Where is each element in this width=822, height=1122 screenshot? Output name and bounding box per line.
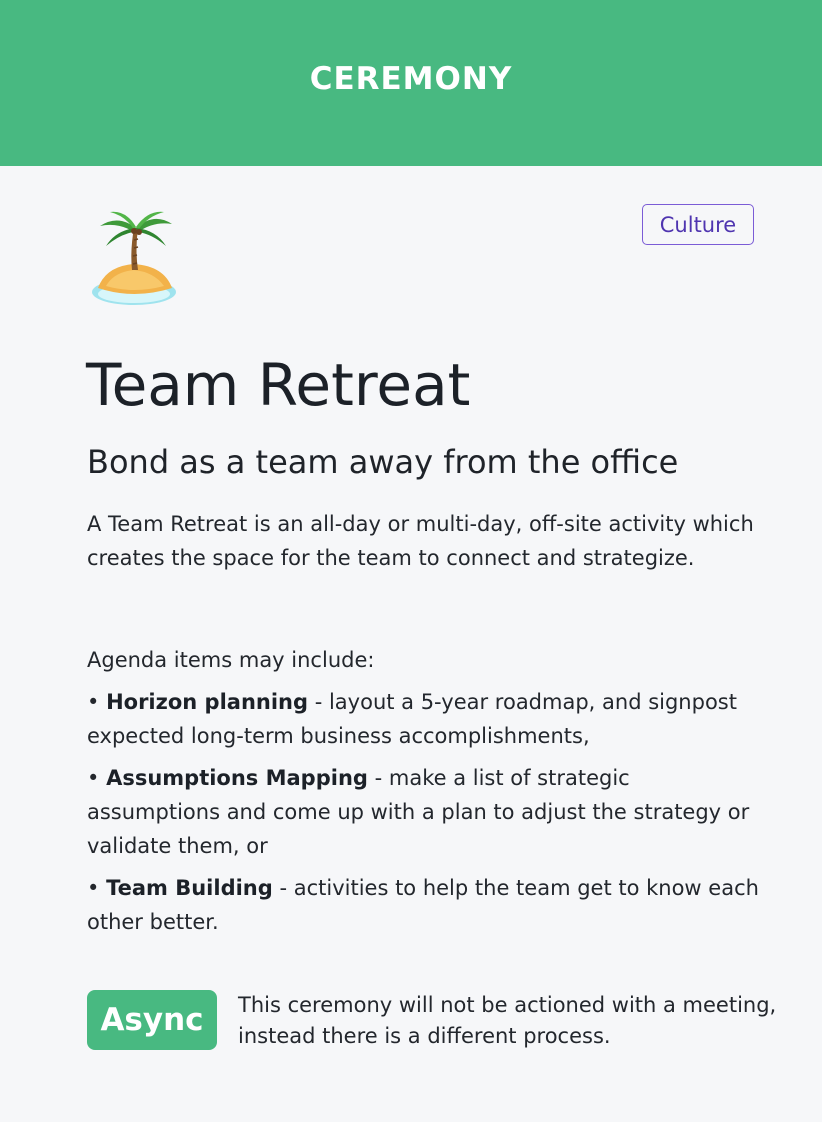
agenda-intro: Agenda items may include: bbox=[87, 648, 375, 672]
agenda-list: • Horizon planning - layout a 5-year roa… bbox=[87, 685, 767, 947]
header-title: CEREMONY bbox=[309, 60, 513, 97]
agenda-item-assumptions-mapping: • Assumptions Mapping - make a list of s… bbox=[87, 761, 767, 863]
bullet: • bbox=[87, 876, 100, 900]
ceremony-title: Team Retreat bbox=[86, 351, 471, 419]
ceremony-description: A Team Retreat is an all-day or multi-da… bbox=[87, 512, 754, 570]
agenda-item-name: Horizon planning bbox=[106, 690, 309, 714]
bullet: • bbox=[87, 690, 100, 714]
ceremony-subtitle: Bond as a team away from the office bbox=[87, 443, 679, 481]
header-banner: CEREMONY bbox=[0, 0, 822, 166]
category-tag[interactable]: Culture bbox=[642, 204, 754, 245]
agenda-item-name: Team Building bbox=[106, 876, 273, 900]
async-note: This ceremony will not be actioned with … bbox=[238, 993, 777, 1048]
async-badge: Async bbox=[87, 990, 217, 1050]
palm-tree-island-icon bbox=[92, 211, 176, 305]
bullet: • bbox=[87, 766, 100, 790]
agenda-item-team-building: • Team Building - activities to help the… bbox=[87, 871, 767, 939]
agenda-item-horizon-planning: • Horizon planning - layout a 5-year roa… bbox=[87, 685, 767, 753]
agenda-item-name: Assumptions Mapping bbox=[106, 766, 368, 790]
